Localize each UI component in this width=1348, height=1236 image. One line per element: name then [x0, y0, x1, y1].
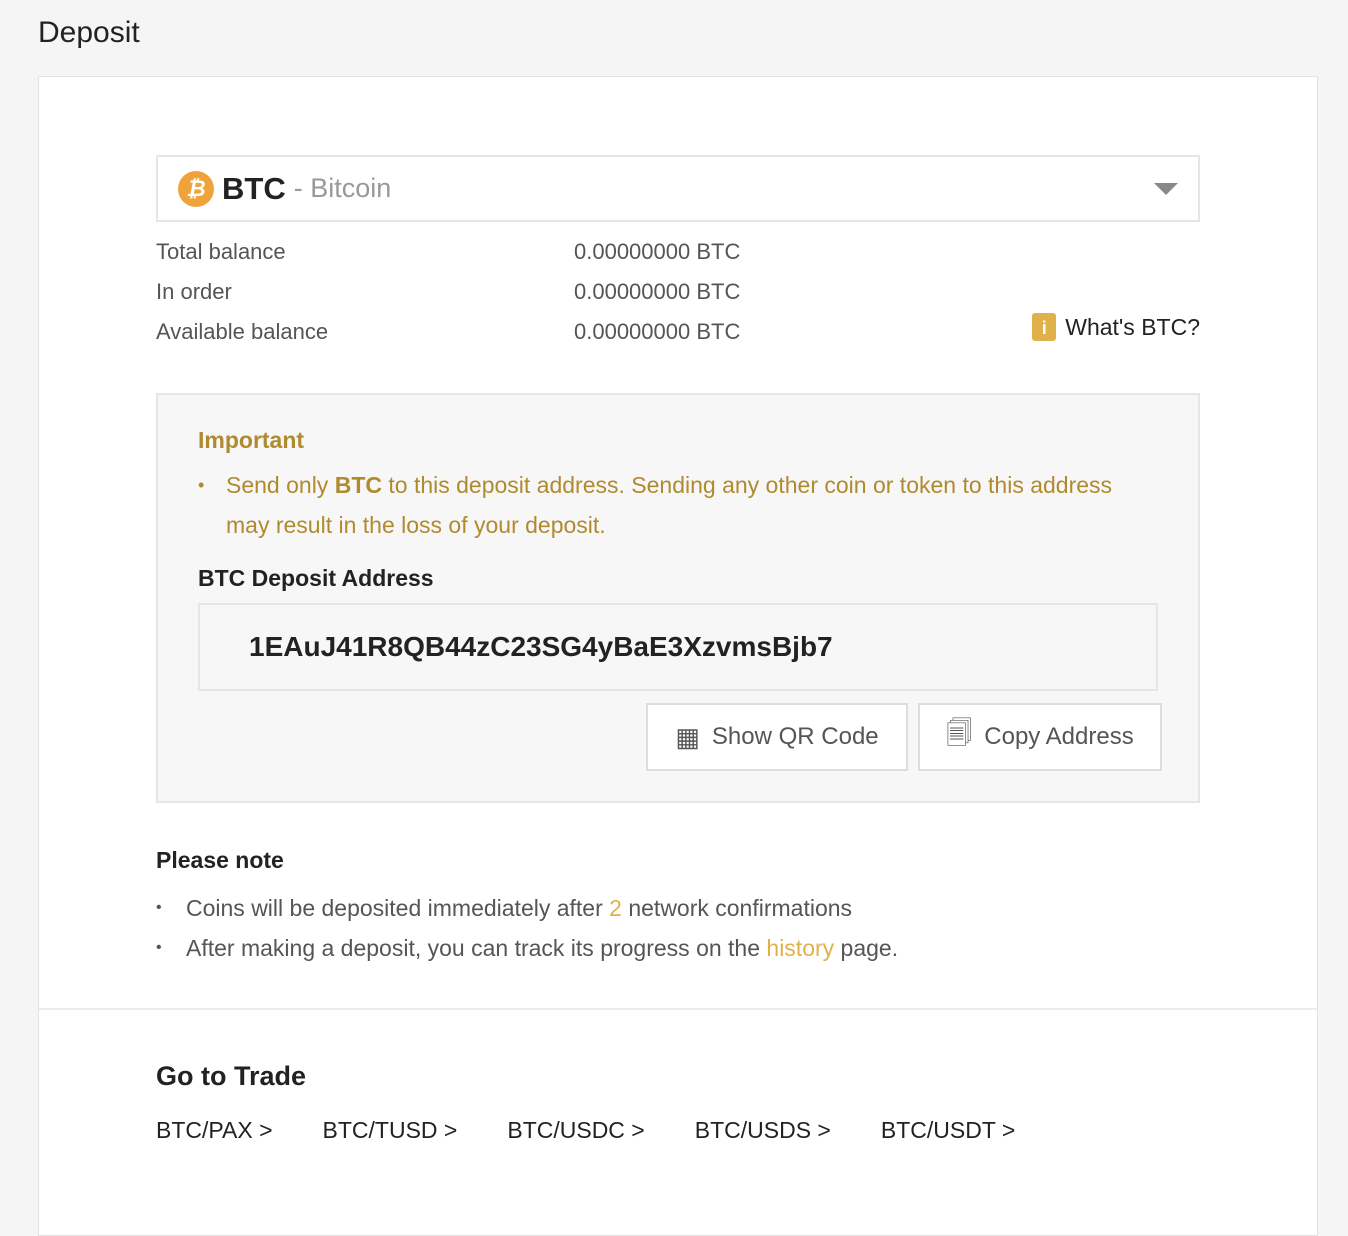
important-message: Send only BTC to this deposit address. S… — [198, 465, 1158, 545]
balance-label: In order — [156, 279, 232, 304]
balance-row: Available balance 0.00000000 BTC i What's … — [156, 313, 1200, 345]
note-item: After making a deposit, you can track it… — [156, 935, 898, 962]
copy-icon: 🗐 — [946, 718, 973, 748]
trade-pair-link[interactable]: BTC/TUSD > — [323, 1117, 458, 1144]
msg-coin: BTC — [334, 472, 382, 498]
trade-pair-link[interactable]: BTC/USDC > — [507, 1117, 644, 1144]
note-text: page. — [834, 935, 899, 961]
bitcoin-icon: ₿ — [178, 170, 214, 207]
important-title: Important — [198, 427, 305, 453]
important-box: Important Send only BTC to this deposit … — [156, 393, 1200, 803]
msg-text: Send only — [226, 472, 335, 498]
copy-address-button[interactable]: 🗐 Copy Address — [918, 703, 1162, 771]
divider — [39, 1008, 1317, 1010]
balance-value: 0.00000000 BTC — [574, 319, 741, 344]
balance-label: Total balance — [156, 239, 286, 264]
go-to-trade-title: Go to Trade — [156, 1061, 307, 1091]
deposit-card: ₿ BTC - Bitcoin Total balance 0.00000000 … — [38, 76, 1318, 1236]
note-item: Coins will be deposited immediately afte… — [156, 895, 852, 922]
note-text: Coins will be deposited immediately afte… — [186, 895, 610, 921]
history-link[interactable]: history — [766, 935, 834, 961]
trade-pairs: BTC/PAX > BTC/TUSD > BTC/USDC > BTC/USDS… — [156, 1117, 1065, 1144]
show-qr-button[interactable]: ▦ Show QR Code — [646, 703, 908, 771]
whats-btc-link[interactable]: i What's BTC? — [1032, 313, 1200, 341]
info-book-icon: i — [1032, 313, 1057, 341]
trade-pair-link[interactable]: BTC/USDT > — [881, 1117, 1015, 1144]
balance-row: In order 0.00000000 BTC — [156, 279, 1200, 305]
note-text: network confirmations — [621, 895, 853, 921]
copy-label: Copy Address — [984, 723, 1134, 750]
coin-select[interactable]: ₿ BTC - Bitcoin — [156, 155, 1200, 222]
chevron-down-icon — [1154, 183, 1178, 195]
whats-btc-label: What's BTC? — [1065, 313, 1200, 340]
trade-pair-link[interactable]: BTC/USDS > — [695, 1117, 831, 1144]
note-text: After making a deposit, you can track it… — [186, 935, 767, 961]
balance-value: 0.00000000 BTC — [574, 239, 741, 264]
balance-row: Total balance 0.00000000 BTC — [156, 239, 1200, 265]
qr-code-icon: ▦ — [675, 721, 700, 752]
trade-pair-link[interactable]: BTC/PAX > — [156, 1117, 273, 1144]
deposit-address[interactable]: 1EAuJ41R8QB44zC23SG4yBaE3XzvmsBjb7 — [198, 603, 1158, 691]
coin-name: - Bitcoin — [293, 173, 392, 203]
address-label: BTC Deposit Address — [198, 565, 434, 591]
note-title: Please note — [156, 847, 284, 873]
page-title: Deposit — [38, 16, 140, 49]
coin-symbol: BTC — [222, 170, 286, 206]
show-qr-label: Show QR Code — [711, 723, 879, 750]
balance-label: Available balance — [156, 319, 329, 344]
confirmations-count: 2 — [609, 895, 622, 921]
balance-value: 0.00000000 BTC — [574, 279, 741, 304]
